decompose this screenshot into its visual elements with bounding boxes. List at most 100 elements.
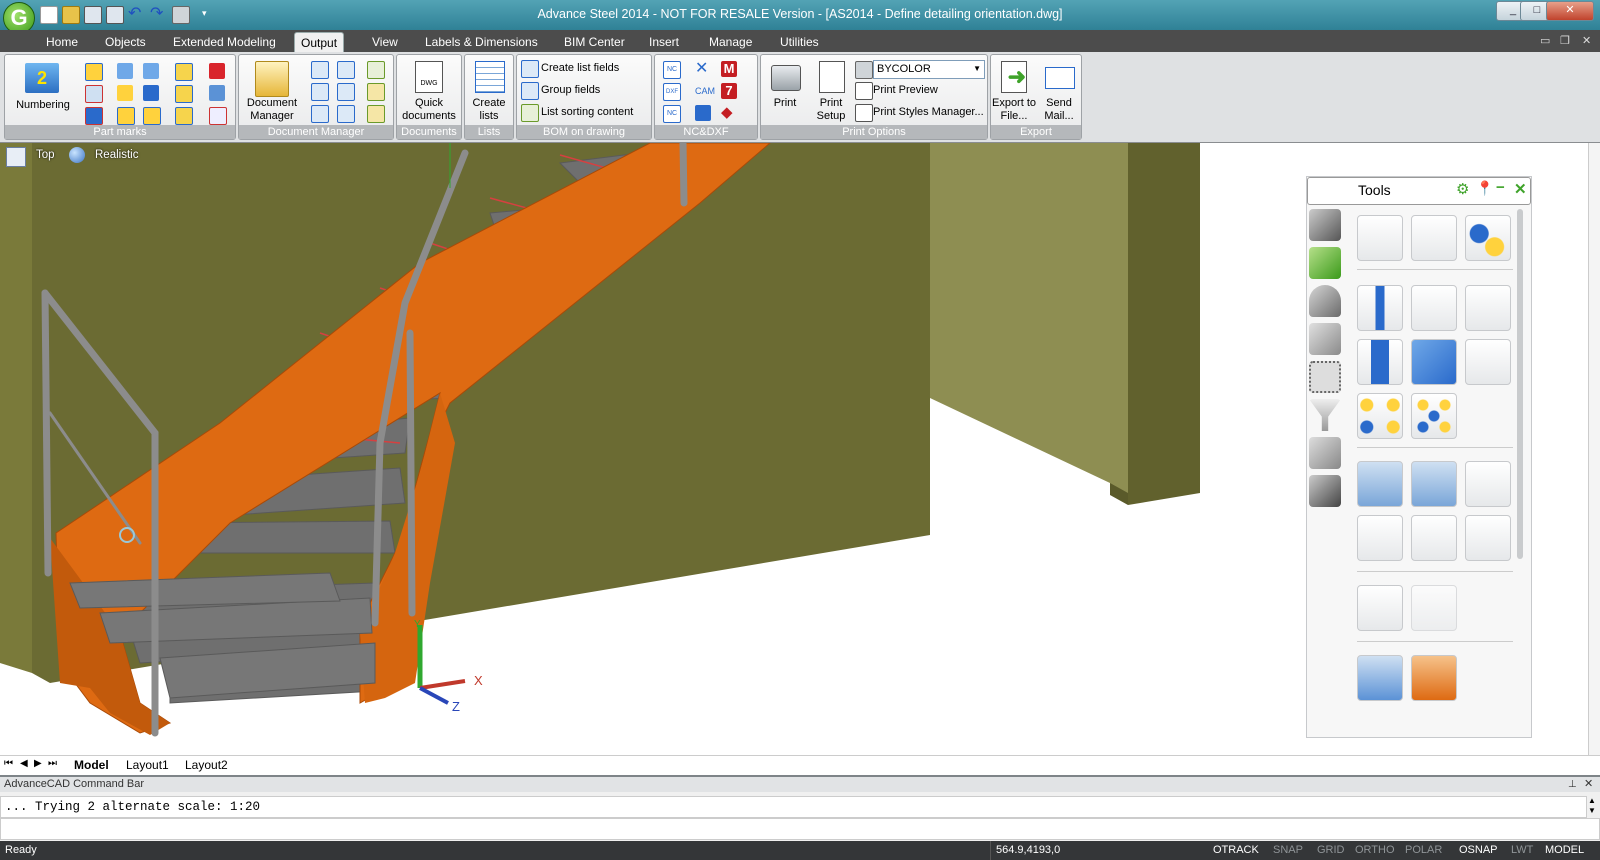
part-mark-icon[interactable]	[209, 107, 227, 125]
nc-grid-icon[interactable]	[695, 105, 711, 121]
close-palette-icon[interactable]: ✕	[1514, 180, 1527, 198]
part-mark-icon[interactable]	[143, 107, 161, 125]
dxf-icon[interactable]: DXF	[663, 83, 681, 101]
copy-tool-icon[interactable]	[1357, 461, 1403, 507]
part-mark-icon[interactable]	[143, 85, 159, 101]
send-mail-button[interactable]: Send Mail...	[1037, 59, 1081, 123]
tab-extended-modeling[interactable]: Extended Modeling	[167, 32, 282, 52]
print-styles-manager-button[interactable]: Print Styles Manager...	[855, 103, 987, 122]
tab-output[interactable]: Output	[294, 32, 345, 53]
command-input[interactable]	[0, 818, 1600, 840]
doc-restore-icon[interactable]: ❐	[1560, 34, 1570, 47]
part-mark-icon[interactable]	[175, 85, 193, 103]
view-cube-icon[interactable]	[6, 147, 26, 167]
model-viewport[interactable]: X Z Y Top Realistic Tools ⚙ 📍 − ✕	[0, 143, 1588, 755]
viewport-scrollbar[interactable]	[1588, 143, 1600, 755]
print-button[interactable]: Print	[763, 59, 807, 123]
doc-minimize-icon[interactable]: ▭	[1540, 34, 1550, 47]
edit-icon[interactable]	[367, 83, 385, 101]
numbering-button[interactable]: 2 Numbering	[9, 59, 77, 123]
tab-layout2[interactable]: Layout2	[185, 758, 228, 772]
toggle-model[interactable]: MODEL	[1540, 841, 1589, 860]
first-layout-icon[interactable]: ⏮	[4, 758, 13, 769]
doc-close-icon[interactable]: ✕	[1582, 34, 1591, 47]
part-mark-icon[interactable]	[209, 85, 225, 101]
points-pattern-icon[interactable]	[1411, 393, 1457, 439]
document-icon[interactable]	[311, 83, 329, 101]
part-mark-icon[interactable]	[117, 85, 133, 101]
joint-tool-icon[interactable]	[1357, 515, 1403, 561]
filter-icon[interactable]	[1309, 399, 1341, 431]
print-setup-button[interactable]: Print Setup	[809, 59, 853, 123]
beam-icon[interactable]	[1309, 475, 1341, 507]
list-sorting-content-button[interactable]: List sorting content	[521, 103, 649, 122]
part-mark-icon[interactable]	[85, 63, 103, 81]
quick-documents-button[interactable]: DWG Quick documents	[397, 59, 461, 123]
tab-model[interactable]: Model	[74, 758, 109, 772]
detail-tool-icon[interactable]	[1411, 655, 1457, 701]
detail-tool-icon[interactable]	[1357, 655, 1403, 701]
visual-style-label[interactable]: Realistic	[95, 149, 138, 161]
command-scroll-icon[interactable]: ▲ ▼	[1586, 796, 1598, 816]
beam-section-icon[interactable]	[1357, 339, 1403, 385]
toggle-osnap[interactable]: OSNAP	[1454, 841, 1503, 860]
pin-icon[interactable]: 📍	[1476, 180, 1493, 197]
part-mark-icon[interactable]	[117, 63, 133, 79]
document-icon[interactable]	[337, 83, 355, 101]
nc-icon[interactable]: NC	[663, 105, 681, 123]
tab-home[interactable]: Home	[40, 32, 84, 52]
joint-tool-icon[interactable]	[1465, 515, 1511, 561]
joint-tool-icon[interactable]	[1465, 461, 1511, 507]
export-to-file-button[interactable]: ➜ Export to File...	[991, 59, 1037, 123]
toggle-ortho[interactable]: ORTHO	[1350, 841, 1400, 860]
plot-style-select[interactable]: BYCOLOR ▼	[873, 60, 985, 79]
document-manager-button[interactable]: Document Manager	[241, 59, 303, 123]
document-icon[interactable]	[311, 61, 329, 79]
box-tool-icon[interactable]	[1411, 339, 1457, 385]
nc-icon[interactable]: NC	[663, 61, 681, 79]
tab-insert[interactable]: Insert	[643, 32, 685, 52]
pencil-icon[interactable]	[1309, 209, 1341, 241]
palette-scrollbar[interactable]	[1517, 209, 1523, 559]
transform-tool-icon[interactable]	[1465, 285, 1511, 331]
part-mark-icon[interactable]	[143, 63, 159, 79]
tab-labels-dimensions[interactable]: Labels & Dimensions	[419, 32, 544, 52]
column-tool-icon[interactable]	[1357, 285, 1403, 331]
part-mark-icon[interactable]	[85, 85, 103, 103]
create-list-fields-button[interactable]: Create list fields	[521, 59, 649, 78]
document-icon[interactable]	[367, 105, 385, 123]
last-layout-icon[interactable]: ⏭	[48, 758, 57, 769]
points-tool-icon[interactable]	[1357, 393, 1403, 439]
cam-icon[interactable]: CAM	[695, 83, 715, 99]
part-mark-icon[interactable]	[117, 107, 135, 125]
document-icon[interactable]	[311, 105, 329, 123]
bend-icon[interactable]	[1309, 437, 1341, 469]
copy-tool-icon[interactable]	[1411, 461, 1457, 507]
close-button[interactable]: ✕	[1546, 1, 1594, 21]
tab-bim-center[interactable]: BIM Center	[558, 32, 631, 52]
tab-layout1[interactable]: Layout1	[126, 758, 169, 772]
part-mark-icon[interactable]	[175, 107, 193, 125]
camera-tool-icon[interactable]	[1357, 585, 1403, 631]
pin-icon[interactable]: ⊥	[1568, 777, 1577, 792]
toggle-grid[interactable]: GRID	[1312, 841, 1350, 860]
camera-tool-icon[interactable]	[1411, 585, 1457, 631]
tab-utilities[interactable]: Utilities	[774, 32, 825, 52]
diamond-icon[interactable]: ◆	[721, 105, 737, 121]
part-mark-icon[interactable]	[85, 107, 103, 125]
document-icon[interactable]	[337, 61, 355, 79]
toggle-snap[interactable]: SNAP	[1268, 841, 1308, 860]
view-name-label[interactable]: Top	[36, 149, 55, 161]
wrench-icon[interactable]	[1309, 247, 1341, 279]
create-lists-button[interactable]: Create lists	[465, 59, 513, 123]
toggle-polar[interactable]: POLAR	[1400, 841, 1447, 860]
connect-tool-icon[interactable]	[1465, 339, 1511, 385]
tab-view[interactable]: View	[366, 32, 404, 52]
refresh-tool-icon[interactable]	[1411, 215, 1457, 261]
gear-icon[interactable]: ⚙	[1456, 180, 1469, 198]
user-icon[interactable]	[1309, 285, 1341, 317]
tab-objects[interactable]: Objects	[99, 32, 152, 52]
move-object-icon[interactable]	[1465, 215, 1511, 261]
minimize-palette-icon[interactable]: −	[1496, 179, 1505, 196]
tools-icon[interactable]: ✕	[695, 61, 711, 77]
